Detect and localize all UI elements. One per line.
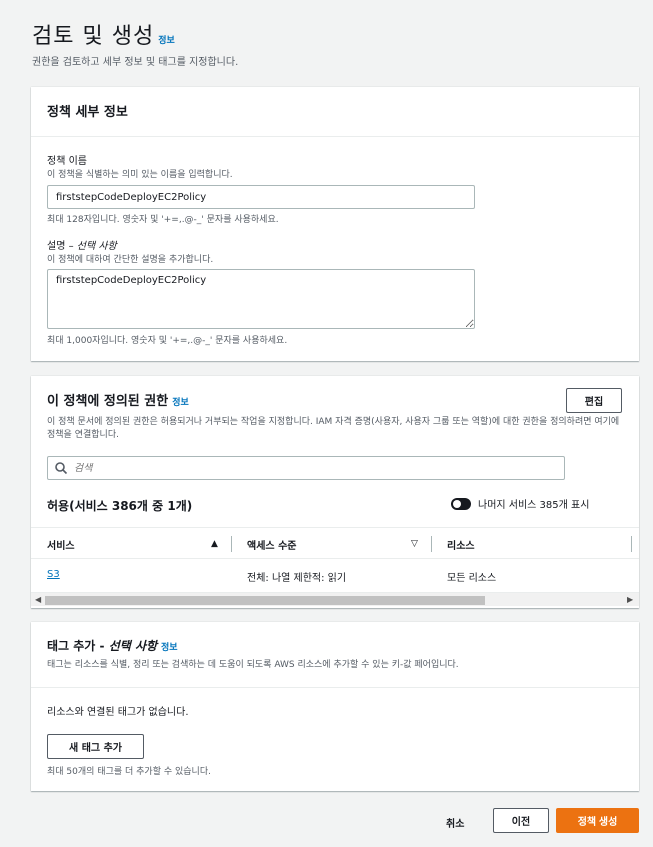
tags-title: 태그 추가 - 선택 사항 정보 [47, 637, 178, 654]
policy-name-constraint: 최대 128자입니다. 영숫자 및 '+=,.@-_' 문자를 사용하세요. [47, 215, 279, 225]
tag-limit-text: 최대 50개의 태그를 더 추가할 수 있습니다. [47, 767, 211, 777]
toggle-label: 나머지 서비스 385개 표시 [478, 500, 590, 511]
search-input[interactable] [74, 462, 554, 474]
permissions-title: 이 정책에 정의된 권한 정보 [47, 390, 189, 409]
description-hint: 이 정책에 대하여 간단한 설명을 추가합니다. [47, 255, 214, 265]
permissions-info-link[interactable]: 정보 [172, 398, 189, 408]
column-service[interactable]: 서비스 [47, 537, 75, 552]
scroll-right-icon[interactable]: ▶ [627, 595, 633, 604]
sort-descending-icon[interactable]: ▽ [411, 539, 418, 549]
column-divider [231, 536, 232, 552]
table-row: S3 전체: 나열 제한적: 읽기 모든 리소스 [31, 560, 639, 592]
show-remaining-toggle[interactable]: 나머지 서비스 385개 표시 [451, 496, 589, 511]
no-tags-message: 리소스와 연결된 태그가 없습니다. [47, 707, 189, 718]
policy-name-label: 정책 이름 [47, 156, 87, 167]
tags-description: 태그는 리소스를 식별, 정리 또는 검색하는 데 도움이 되도록 AWS 리소… [47, 660, 459, 670]
sort-ascending-icon[interactable]: ▲ [211, 539, 218, 549]
search-icon [55, 462, 68, 475]
header-info-link[interactable]: 정보 [158, 36, 175, 46]
permissions-title-text: 이 정책에 정의된 권한 [47, 394, 169, 409]
tags-optional: 선택 사항 [108, 639, 158, 653]
description-label-text: 설명 – [47, 241, 74, 252]
column-divider [431, 536, 432, 552]
policy-name-input[interactable] [47, 185, 475, 209]
scrollbar-thumb[interactable] [45, 596, 485, 605]
description-label: 설명 – 선택 사항 [47, 237, 117, 252]
tags-title-text: 태그 추가 - [47, 639, 105, 653]
edit-button[interactable]: 편집 [566, 388, 622, 413]
create-policy-button[interactable]: 정책 생성 [556, 808, 639, 833]
resource-value: 모든 리소스 [447, 573, 497, 584]
previous-button[interactable]: 이전 [493, 808, 549, 833]
column-access[interactable]: 액세스 수준 [247, 537, 296, 552]
horizontal-scrollbar[interactable]: ◀ ▶ [31, 592, 639, 606]
policy-name-hint: 이 정책을 식별하는 의미 있는 이름을 입력합니다. [47, 170, 233, 180]
policy-details-panel: 정책 세부 정보 정책 이름 이 정책을 식별하는 의미 있는 이름을 입력합니… [31, 87, 639, 361]
column-divider [631, 536, 632, 552]
allow-heading: 허용(서비스 386개 중 1개) [47, 499, 193, 513]
policy-details-title: 정책 세부 정보 [47, 105, 128, 120]
description-textarea[interactable]: firststepCodeDeployEC2Policy [47, 269, 475, 329]
page-header: 검토 및 생성 정보 [32, 18, 175, 50]
column-resource[interactable]: 리소스 [447, 537, 475, 552]
access-level: 전체: 나열 제한적: 읽기 [247, 573, 347, 584]
page-description: 권한을 검토하고 세부 정보 및 태그를 지정합니다. [32, 57, 239, 68]
scroll-left-icon[interactable]: ◀ [35, 595, 41, 604]
tags-info-link[interactable]: 정보 [161, 643, 178, 653]
description-constraint: 최대 1,000자입니다. 영숫자 및 '+=,.@-_' 문자를 사용하세요. [47, 336, 288, 346]
service-link[interactable]: S3 [47, 569, 60, 580]
add-tag-button[interactable]: 새 태그 추가 [47, 734, 144, 759]
page-title: 검토 및 생성 [32, 24, 155, 49]
toggle-track[interactable] [451, 497, 471, 510]
cancel-button[interactable]: 취소 [446, 815, 464, 830]
permissions-description: 이 정책 문서에 정의된 권한은 허용되거나 거부되는 작업을 지정합니다. I… [47, 417, 620, 440]
permissions-panel: 이 정책에 정의된 권한 정보 편집 이 정책 문서에 정의된 권한은 허용되거나… [31, 376, 639, 608]
tags-panel: 태그 추가 - 선택 사항 정보 태그는 리소스를 식별, 정리 또는 검색하는 … [31, 622, 639, 791]
toggle-knob [453, 499, 461, 508]
policy-details-header: 정책 세부 정보 [31, 87, 639, 137]
search-box[interactable] [47, 456, 565, 480]
description-optional: 선택 사항 [76, 241, 117, 252]
tags-header: 태그 추가 - 선택 사항 정보 태그는 리소스를 식별, 정리 또는 검색하는 … [31, 622, 639, 688]
permissions-table-header: 서비스 ▲ 액세스 수준 ▽ 리소스 [31, 527, 639, 559]
